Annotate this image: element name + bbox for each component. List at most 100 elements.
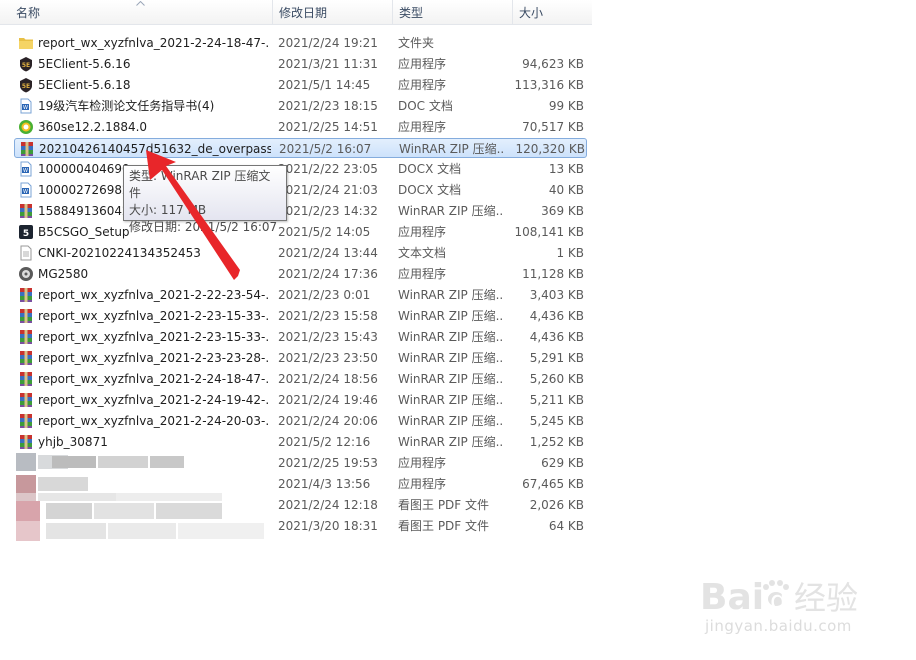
file-name: CNKI-20210224134352453 — [38, 246, 201, 260]
file-row[interactable]: CNKI-20210224134352453 2021/2/24 13:44 文本文… — [14, 243, 587, 263]
column-header-date[interactable]: 修改日期 — [272, 0, 392, 24]
watermark-brand-cn: 经验 — [794, 579, 858, 617]
file-row[interactable]: 5E 5EClient-5.6.16 2021/3/21 11:31 应用程序 94,6… — [14, 54, 587, 74]
file-name: report_wx_xyzfnlva_2021-2-23-15-33-... — [38, 330, 270, 344]
tooltip-size: 大小: 117 MB — [129, 203, 207, 217]
file-date: 2021/2/23 14:32 — [278, 204, 378, 218]
file-row[interactable]: W 19级汽车检测论文任务指导书(4) 2021/2/23 18:15 DOC 文档 9… — [14, 96, 587, 116]
file-size: 5,245 KB — [529, 414, 584, 428]
file-date: 2021/3/20 18:31 — [278, 519, 378, 533]
file-row[interactable]: yhjb_30871 2021/5/2 12:16 WinRAR ZIP 压缩...… — [14, 432, 587, 452]
file-row[interactable]: report_wx_xyzfnlva_2021-2-24-19-42-... 20… — [14, 390, 587, 410]
file-row[interactable]: 5 B5CSGO_Setup 2021/5/2 14:05 应用程序 108,141 K… — [14, 222, 587, 242]
file-row[interactable]: 360se12.2.1884.0 2021/2/25 14:51 应用程序 70,51… — [14, 117, 587, 137]
winrar-icon — [18, 203, 34, 219]
svg-text:W: W — [23, 189, 28, 195]
file-size: 3,403 KB — [529, 288, 584, 302]
column-header-type[interactable]: 类型 — [392, 0, 512, 24]
file-date: 2021/2/25 19:53 — [278, 456, 378, 470]
svg-text:5E: 5E — [22, 83, 30, 90]
file-date: 2021/2/23 23:50 — [278, 351, 378, 365]
file-row[interactable]: report_wx_xyzfnlva_2021-2-24-18-47-... 20… — [14, 369, 587, 389]
file-name: yhjb_30871 — [38, 435, 108, 449]
file-name: report_wx_xyzfnlva_2021-2-24-18-47-... — [38, 36, 270, 50]
file-size: 4,436 KB — [529, 330, 584, 344]
file-date: 2021/2/24 20:06 — [278, 414, 378, 428]
text-file-icon — [18, 245, 34, 261]
column-header-bar: 名称 修改日期 类型 大小 — [0, 0, 592, 25]
file-size: 113,316 KB — [514, 78, 584, 92]
file-row[interactable]: report_wx_xyzfnlva_2021-2-24-18-47-... 20… — [14, 33, 587, 53]
file-size: 120,320 KB — [515, 142, 585, 156]
installer-icon — [18, 266, 34, 282]
file-row[interactable]: W 100000404690 2021/2/22 23:05 DOCX 文档 13 KB — [14, 159, 587, 179]
file-name: 5EClient-5.6.16 — [38, 57, 131, 71]
file-row[interactable]: 20210426140457d51632_de_overpass 2021/5/2… — [14, 138, 587, 158]
file-date: 2021/5/2 12:16 — [278, 435, 371, 449]
file-name: report_wx_xyzfnlva_2021-2-24-20-03-... — [38, 414, 270, 428]
b5-icon: 5 — [18, 224, 34, 240]
winrar-icon — [18, 308, 34, 324]
column-header-name[interactable]: 名称 — [10, 0, 272, 24]
file-size: 70,517 KB — [522, 120, 584, 134]
file-name: report_wx_xyzfnlva_2021-2-23-23-28-... — [38, 351, 270, 365]
tooltip-date: 修改日期: 2021/5/2 16:07 — [129, 220, 278, 234]
file-date: 2021/2/24 19:21 — [278, 36, 378, 50]
file-date: 2021/2/24 17:36 — [278, 267, 378, 281]
file-date: 2021/5/2 14:05 — [278, 225, 371, 239]
word-doc-icon: W — [18, 98, 34, 114]
file-row[interactable]: report_wx_xyzfnlva_2021-2-24-20-03-... 20… — [14, 411, 587, 431]
file-size: 13 KB — [548, 162, 584, 176]
file-row[interactable]: 158849136042 2021/2/23 14:32 WinRAR ZIP 压缩… — [14, 201, 587, 221]
file-size: 94,623 KB — [522, 57, 584, 71]
file-size: 99 KB — [548, 99, 584, 113]
blurred-names-region — [16, 453, 264, 541]
winrar-icon — [19, 141, 35, 157]
file-date: 2021/2/23 15:58 — [278, 309, 378, 323]
file-size: 5,260 KB — [529, 372, 584, 386]
file-size: 11,128 KB — [522, 267, 584, 281]
file-date: 2021/2/24 21:03 — [278, 183, 378, 197]
file-row[interactable]: 5E 5EClient-5.6.18 2021/5/1 14:45 应用程序 113,3… — [14, 75, 587, 95]
file-size: 108,141 KB — [514, 225, 584, 239]
file-date: 2021/2/24 19:46 — [278, 393, 378, 407]
file-name: report_wx_xyzfnlva_2021-2-24-18-47-... — [38, 372, 270, 386]
file-date: 2021/5/1 14:45 — [278, 78, 371, 92]
file-size: 629 KB — [541, 456, 584, 470]
file-date: 2021/2/24 13:44 — [278, 246, 378, 260]
file-row[interactable]: report_wx_xyzfnlva_2021-2-22-23-54-... 20… — [14, 285, 587, 305]
file-row[interactable]: report_wx_xyzfnlva_2021-2-23-15-33-... 20… — [14, 327, 587, 347]
file-date: 2021/2/24 18:56 — [278, 372, 378, 386]
svg-text:5E: 5E — [22, 62, 30, 69]
file-name: 5EClient-5.6.18 — [38, 78, 131, 92]
file-size: 40 KB — [548, 183, 584, 197]
file-name: report_wx_xyzfnlva_2021-2-24-19-42-... — [38, 393, 270, 407]
file-date: 2021/2/23 15:43 — [278, 330, 378, 344]
file-size: 5,211 KB — [529, 393, 584, 407]
file-size: 369 KB — [541, 204, 584, 218]
file-size: 1,252 KB — [529, 435, 584, 449]
winrar-icon — [18, 287, 34, 303]
file-date: 2021/2/22 23:05 — [278, 162, 378, 176]
file-row[interactable]: report_wx_xyzfnlva_2021-2-23-23-28-... 20… — [14, 348, 587, 368]
file-size: 5,291 KB — [529, 351, 584, 365]
file-row[interactable]: report_wx_xyzfnlva_2021-2-23-15-33-... 20… — [14, 306, 587, 326]
file-row[interactable]: MG2580 2021/2/24 17:36 应用程序 11,128 KB — [14, 264, 587, 284]
file-date: 2021/2/23 0:01 — [278, 288, 371, 302]
file-name: 20210426140457d51632_de_overpass — [39, 142, 271, 156]
winrar-icon — [18, 371, 34, 387]
winrar-icon — [18, 413, 34, 429]
file-row[interactable]: W 100002726982 2021/2/24 21:03 DOCX 文档 40 KB — [14, 180, 587, 200]
360-browser-icon — [18, 119, 34, 135]
column-header-size[interactable]: 大小 — [512, 0, 592, 24]
file-type: 文件夹 — [398, 36, 435, 50]
watermark-site: jingyan.baidu.com — [705, 617, 852, 635]
5e-client-icon: 5E — [18, 56, 34, 72]
file-name: report_wx_xyzfnlva_2021-2-22-23-54-... — [38, 288, 270, 302]
winrar-icon — [18, 392, 34, 408]
watermark-brand-latin: Bai — [700, 577, 764, 618]
file-date: 2021/5/2 16:07 — [279, 142, 372, 156]
file-date: 2021/2/25 14:51 — [278, 120, 378, 134]
svg-text:W: W — [23, 105, 28, 111]
file-date: 2021/3/21 11:31 — [278, 57, 378, 71]
